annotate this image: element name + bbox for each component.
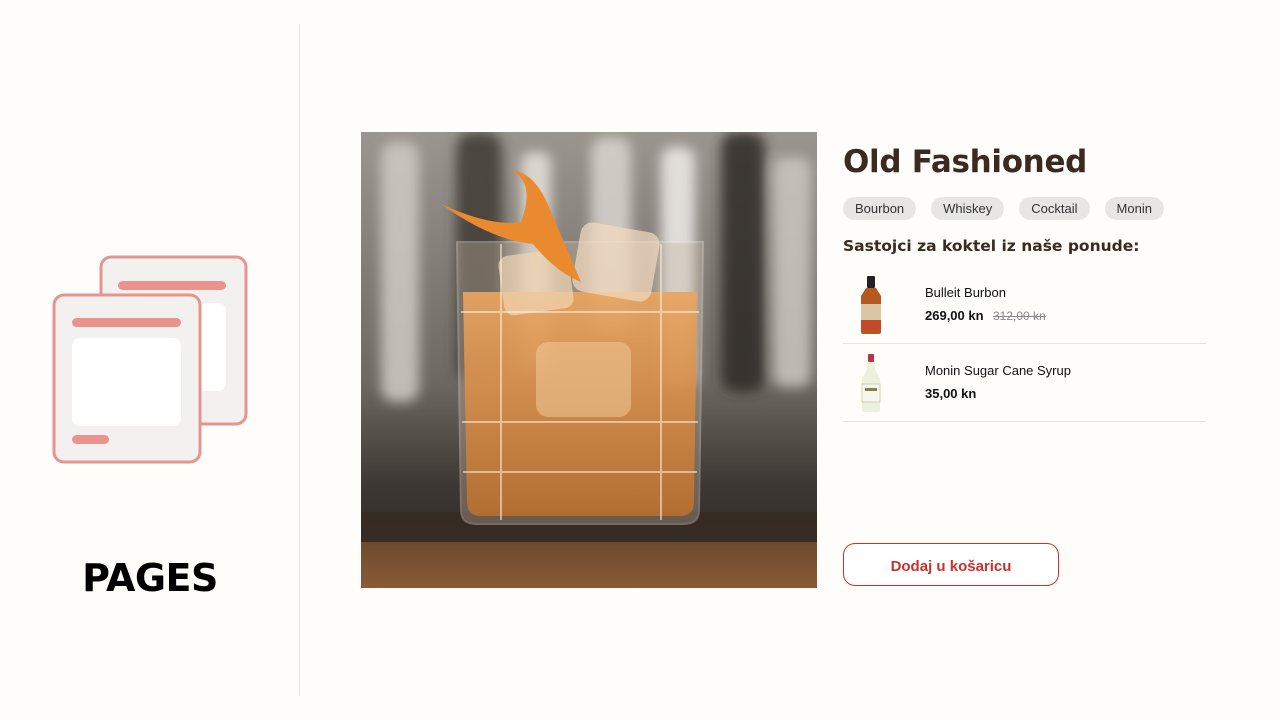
tag-bourbon[interactable]: Bourbon	[843, 197, 917, 220]
tag-list: Bourbon Whiskey Cocktail Monin	[843, 197, 1164, 220]
add-to-cart-button[interactable]: Dodaj u košaricu	[843, 543, 1059, 586]
tag-whiskey[interactable]: Whiskey	[931, 197, 1005, 220]
pages-icon	[50, 252, 250, 467]
ingredient-item[interactable]: Bulleit Burbon 269,00 kn 312,00 kn	[843, 266, 1206, 344]
tag-monin[interactable]: Monin	[1104, 197, 1164, 220]
bourbon-bottle-icon	[853, 274, 889, 336]
ingredient-price: 35,00 kn	[925, 386, 977, 401]
product-title: Old Fashioned	[843, 144, 1088, 180]
ingredient-name[interactable]: Bulleit Burbon	[925, 285, 1006, 300]
ingredient-old-price: 312,00 kn	[993, 309, 1046, 323]
ingredients-heading: Sastojci za koktel iz naše ponude:	[843, 237, 1140, 255]
sidebar: PAGES	[0, 0, 300, 720]
ingredient-item[interactable]: Monin Sugar Cane Syrup 35,00 kn	[843, 344, 1206, 422]
product-image	[361, 132, 817, 588]
product-details: Old Fashioned Bourbon Whiskey Cocktail M…	[843, 132, 1208, 588]
sidebar-title: PAGES	[82, 556, 218, 600]
syrup-bottle-icon	[853, 352, 889, 414]
ingredients-list: Bulleit Burbon 269,00 kn 312,00 kn Monin…	[843, 266, 1206, 422]
ingredient-price: 269,00 kn	[925, 308, 984, 323]
tag-cocktail[interactable]: Cocktail	[1019, 197, 1090, 220]
ingredient-name[interactable]: Monin Sugar Cane Syrup	[925, 363, 1071, 378]
divider	[299, 24, 300, 696]
